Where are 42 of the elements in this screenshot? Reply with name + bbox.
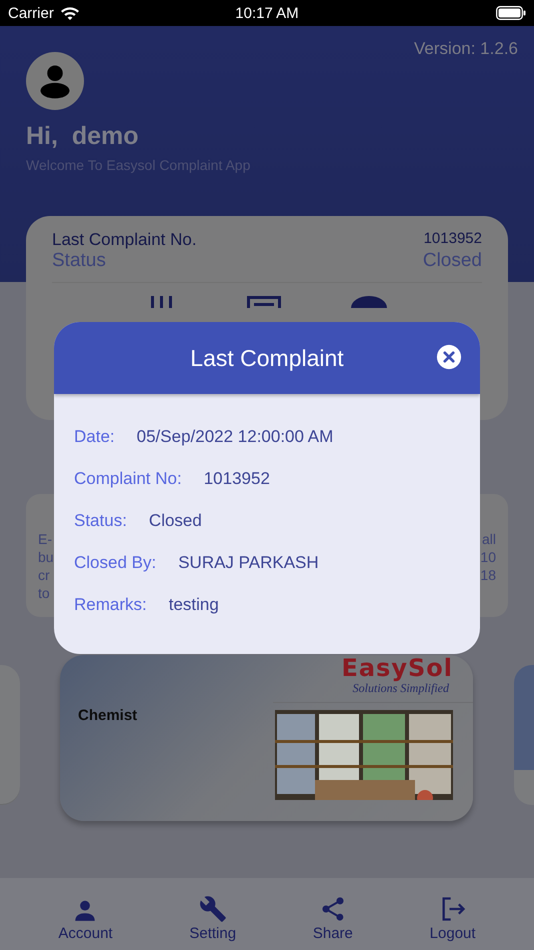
field-label: Closed By: bbox=[74, 552, 156, 573]
clock-time: 10:17 AM bbox=[235, 4, 299, 22]
field-label: Date: bbox=[74, 426, 115, 447]
brand-logo: EasySol bbox=[341, 655, 453, 681]
complaint-number: 1013952 bbox=[424, 230, 482, 249]
wrench-icon bbox=[198, 895, 227, 923]
complaint-number-label: Last Complaint No. bbox=[52, 230, 197, 250]
info-text: 10 bbox=[480, 548, 496, 566]
version-label: Version: 1.2.6 bbox=[414, 39, 518, 59]
status-value: Closed bbox=[422, 250, 482, 272]
info-text: cr bbox=[38, 566, 51, 584]
nav-button[interactable]: Share bbox=[312, 878, 353, 950]
field-label: Complaint No: bbox=[74, 468, 182, 489]
info-text: to bbox=[38, 584, 51, 602]
dialog-title: Last Complaint bbox=[190, 344, 344, 372]
field-label: Remarks: bbox=[74, 594, 147, 615]
status-label: Status bbox=[52, 250, 106, 272]
field-value: Closed bbox=[148, 510, 202, 531]
nav-button[interactable]: Account bbox=[58, 878, 113, 950]
field-value: SURAJ PARKASH bbox=[178, 552, 319, 573]
field-value: testing bbox=[168, 594, 219, 615]
wifi-icon bbox=[60, 6, 80, 20]
category-card[interactable]: Chemist EasySol Solutions Simplified bbox=[60, 655, 473, 821]
avatar-icon bbox=[26, 52, 84, 110]
greeting-text: Hi, demo bbox=[26, 122, 140, 151]
category-title: Chemist bbox=[78, 707, 138, 724]
battery-icon bbox=[496, 6, 526, 20]
carrier-label: Carrier bbox=[8, 4, 54, 22]
info-text: all bbox=[482, 530, 496, 548]
info-text: E- bbox=[38, 530, 53, 548]
edit-icon[interactable] bbox=[351, 296, 387, 308]
close-icon bbox=[436, 344, 462, 370]
close-button[interactable] bbox=[436, 344, 462, 370]
list-icon[interactable] bbox=[247, 296, 281, 308]
field-label: Status: bbox=[74, 510, 127, 531]
brand-tagline: Solutions Simplified bbox=[352, 681, 449, 696]
field-value: 05/Sep/2022 12:00:00 AM bbox=[136, 426, 334, 447]
nav-button[interactable]: Setting bbox=[189, 878, 236, 950]
field-value: 1013952 bbox=[204, 468, 270, 489]
info-text: 18 bbox=[480, 566, 496, 584]
info-text: bu bbox=[38, 548, 54, 566]
nav-button[interactable]: Logout bbox=[430, 878, 476, 950]
